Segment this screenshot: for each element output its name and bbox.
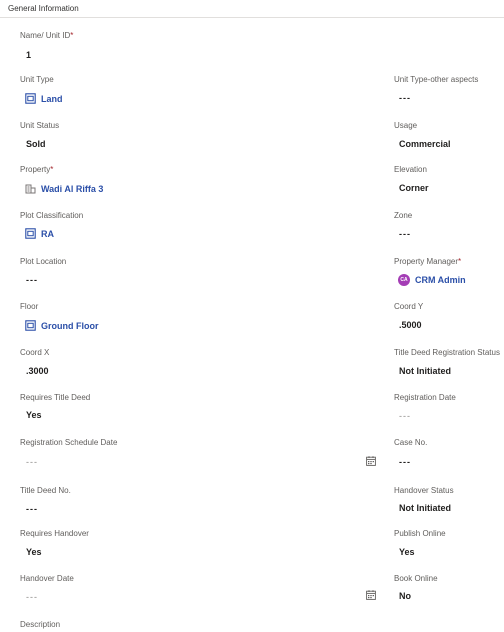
plot-location-field[interactable]: ---: [26, 275, 38, 285]
zone-field[interactable]: ---: [399, 229, 411, 239]
property-label: Property*: [20, 165, 54, 174]
property-manager-value: CRM Admin: [415, 275, 466, 285]
plot-location-label: Plot Location: [20, 257, 67, 266]
property-manager-label: Property Manager*: [394, 257, 462, 266]
case-no-label: Case No.: [394, 438, 428, 447]
registration-date-field[interactable]: ---: [399, 411, 411, 421]
usage-label: Usage: [394, 121, 418, 130]
property-manager-lookup[interactable]: CA CRM Admin: [398, 274, 466, 286]
coord-x-field[interactable]: .3000: [26, 366, 49, 376]
requires-handover-field[interactable]: Yes: [26, 547, 42, 557]
title-deed-no-field[interactable]: ---: [26, 504, 38, 514]
zone-label: Zone: [394, 211, 413, 220]
building-icon: [25, 183, 36, 194]
handover-status-label: Handover Status: [394, 486, 454, 495]
section-divider: [0, 17, 504, 18]
calendar-icon[interactable]: [366, 590, 376, 600]
name-unit-id-label: Name/ Unit ID*: [20, 31, 74, 40]
floor-lookup[interactable]: Ground Floor: [25, 320, 99, 331]
usage-field[interactable]: Commercial: [399, 139, 451, 149]
elevation-field[interactable]: Corner: [399, 183, 429, 193]
avatar: CA: [398, 274, 410, 286]
publish-online-label: Publish Online: [394, 529, 446, 538]
unit-status-field[interactable]: Sold: [26, 139, 46, 149]
plot-classification-label: Plot Classification: [20, 211, 84, 220]
publish-online-field[interactable]: Yes: [399, 547, 415, 557]
book-online-field[interactable]: No: [399, 591, 411, 601]
unit-type-other-label: Unit Type-other aspects: [394, 75, 479, 84]
plot-classification-lookup[interactable]: RA: [25, 228, 54, 239]
entity-icon: [25, 320, 36, 331]
calendar-icon[interactable]: [366, 456, 376, 466]
handover-date-field[interactable]: ---: [26, 592, 38, 602]
unit-type-other-field[interactable]: ---: [399, 93, 411, 103]
title-deed-registration-status-label: Title Deed Registration Status: [394, 348, 500, 357]
case-no-field[interactable]: ---: [399, 457, 411, 467]
entity-icon: [25, 93, 36, 104]
unit-status-label: Unit Status: [20, 121, 60, 130]
plot-classification-value: RA: [41, 228, 54, 239]
elevation-label: Elevation: [394, 165, 427, 174]
property-lookup[interactable]: Wadi Al Riffa 3: [25, 183, 103, 194]
unit-type-lookup[interactable]: Land: [25, 93, 63, 104]
requires-title-deed-field[interactable]: Yes: [26, 410, 42, 420]
requires-handover-label: Requires Handover: [20, 529, 89, 538]
registration-date-label: Registration Date: [394, 393, 456, 402]
registration-schedule-date-label: Registration Schedule Date: [20, 438, 118, 447]
title-deed-no-label: Title Deed No.: [20, 486, 71, 495]
floor-value: Ground Floor: [41, 320, 99, 331]
requires-title-deed-label: Requires Title Deed: [20, 393, 91, 402]
handover-status-field[interactable]: Not Initiated: [399, 503, 451, 513]
title-deed-registration-status-field[interactable]: Not Initiated: [399, 366, 451, 376]
unit-type-label: Unit Type: [20, 75, 54, 84]
section-title: General Information: [8, 4, 79, 13]
coord-y-field[interactable]: .5000: [399, 320, 422, 330]
entity-icon: [25, 228, 36, 239]
unit-type-value: Land: [41, 93, 63, 104]
coord-y-label: Coord Y: [394, 302, 424, 311]
coord-x-label: Coord X: [20, 348, 50, 357]
registration-schedule-date-field[interactable]: ---: [26, 457, 38, 467]
description-label: Description: [20, 620, 61, 629]
book-online-label: Book Online: [394, 574, 438, 583]
property-value: Wadi Al Riffa 3: [41, 183, 104, 194]
floor-label: Floor: [20, 302, 39, 311]
name-unit-id-field[interactable]: 1: [26, 50, 31, 60]
handover-date-label: Handover Date: [20, 574, 74, 583]
